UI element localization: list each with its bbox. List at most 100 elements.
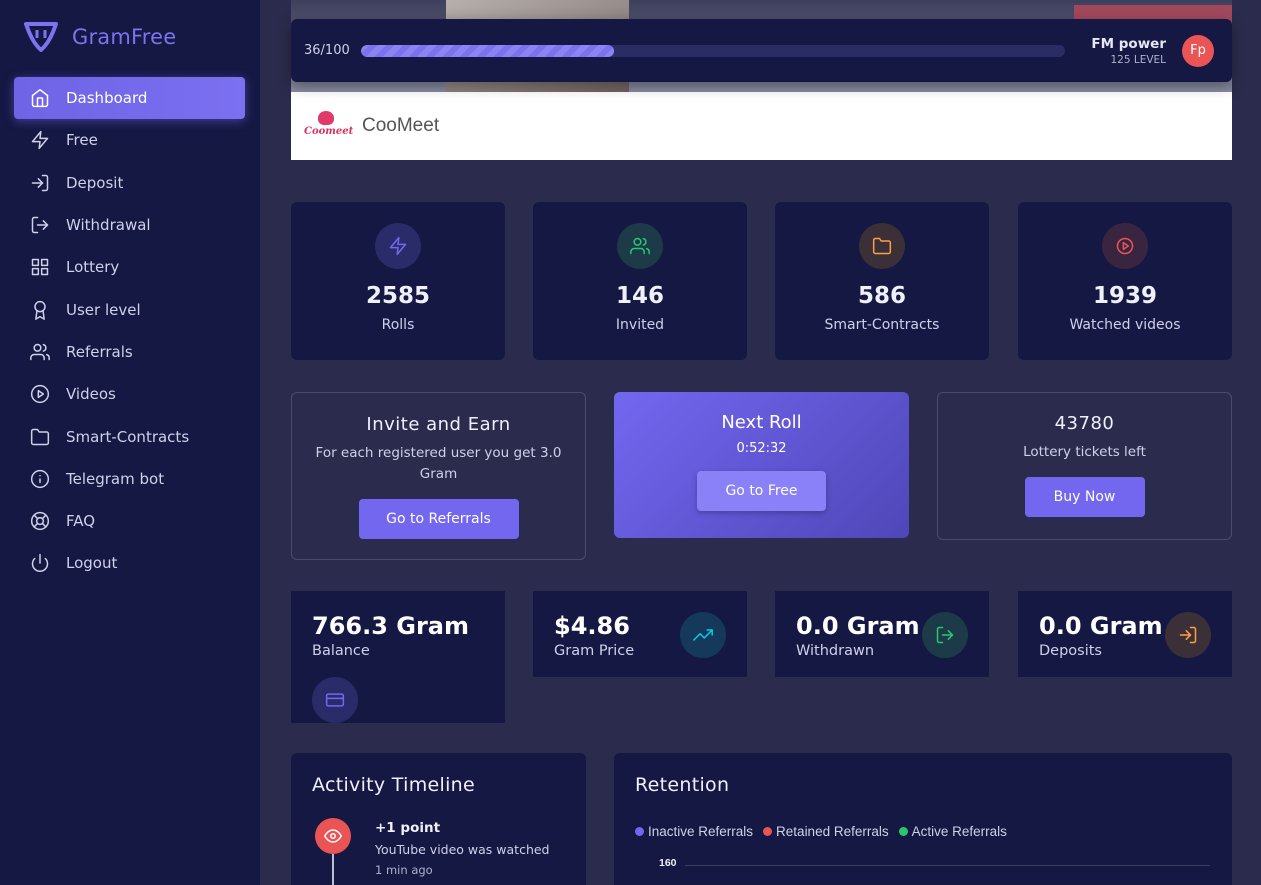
sidebar-item-telegram-bot[interactable]: Telegram bot bbox=[14, 458, 245, 500]
sidebar-item-label: FAQ bbox=[66, 512, 96, 531]
sidebar-item-free[interactable]: Free bbox=[14, 119, 245, 161]
sidebar-item-dashboard[interactable]: Dashboard bbox=[14, 77, 245, 120]
log-out-icon bbox=[30, 215, 50, 235]
stat-label: Smart-Contracts bbox=[824, 317, 940, 333]
sidebar-item-label: Videos bbox=[66, 385, 116, 404]
coomeet-logo: Coomeet bbox=[304, 111, 353, 141]
next-roll-card: Next Roll 0:52:32 Go to Free bbox=[614, 392, 909, 538]
progress-label: 36/100 bbox=[304, 43, 350, 58]
withdrawn-card: 0.0 Gram Withdrawn bbox=[775, 591, 989, 677]
ad-brand-name: CooMeet bbox=[362, 115, 440, 136]
legend-label: Retained Referrals bbox=[776, 824, 889, 839]
life-buoy-icon bbox=[30, 511, 50, 531]
sidebar-item-smart-contracts[interactable]: Smart-Contracts bbox=[14, 415, 245, 457]
sidebar-item-withdrawal[interactable]: Withdrawal bbox=[14, 204, 245, 246]
play-circle-icon bbox=[30, 384, 50, 404]
lottery-count: 43780 bbox=[1054, 413, 1115, 434]
legend-label: Active Referrals bbox=[911, 824, 1007, 839]
next-roll-timer: 0:52:32 bbox=[736, 441, 787, 456]
credit-card-icon bbox=[312, 677, 358, 723]
log-in-icon bbox=[1165, 612, 1211, 658]
stat-label: Watched videos bbox=[1069, 317, 1181, 333]
sidebar-item-label: Dashboard bbox=[66, 89, 148, 108]
brand-logo[interactable]: GramFree bbox=[24, 22, 176, 52]
legend-label: Inactive Referrals bbox=[648, 824, 754, 839]
stat-label: Rolls bbox=[381, 317, 415, 333]
power-icon bbox=[30, 553, 50, 573]
retention-panel: Retention Inactive Referrals Retained Re… bbox=[614, 753, 1232, 885]
legend-item-retained[interactable]: Retained Referrals bbox=[763, 824, 889, 839]
play-circle-icon bbox=[1102, 223, 1148, 269]
activity-title: Activity Timeline bbox=[312, 774, 475, 796]
top-navbar: 36/100 FM power 125 LEVEL Fp bbox=[291, 19, 1232, 82]
sidebar-item-label: Lottery bbox=[66, 258, 120, 277]
stat-value: 2585 bbox=[365, 283, 430, 309]
sidebar-item-label: Referrals bbox=[66, 342, 133, 361]
progress-bar-fill bbox=[361, 44, 615, 57]
gram-price-card: $4.86 Gram Price bbox=[533, 591, 747, 677]
invite-card: Invite and Earn For each registered user… bbox=[291, 392, 586, 560]
legend-item-active[interactable]: Active Referrals bbox=[898, 824, 1007, 839]
sidebar: GramFree Dashboard Free Deposit Withdraw… bbox=[0, 0, 260, 885]
go-to-referrals-button[interactable]: Go to Referrals bbox=[358, 499, 519, 539]
go-to-free-button[interactable]: Go to Free bbox=[697, 471, 826, 511]
sidebar-item-videos[interactable]: Videos bbox=[14, 373, 245, 415]
zap-icon bbox=[375, 223, 421, 269]
sidebar-item-referrals[interactable]: Referrals bbox=[14, 331, 245, 373]
avatar[interactable]: Fp bbox=[1182, 34, 1214, 67]
eye-icon bbox=[315, 818, 351, 854]
user-name: FM power bbox=[1091, 35, 1166, 52]
folder-icon bbox=[859, 223, 905, 269]
brand-name: GramFree bbox=[72, 25, 177, 49]
sidebar-item-faq[interactable]: FAQ bbox=[14, 500, 245, 542]
invite-description: For each registered user you get 3.0 Gra… bbox=[315, 445, 562, 482]
sidebar-item-label: Deposit bbox=[66, 173, 124, 192]
stat-card-videos: 1939 Watched videos bbox=[1018, 202, 1232, 360]
invite-title: Invite and Earn bbox=[366, 414, 511, 435]
zap-icon bbox=[30, 130, 50, 150]
sidebar-item-deposit[interactable]: Deposit bbox=[14, 162, 245, 204]
ad-banner-footer[interactable]: Coomeet CooMeet bbox=[291, 92, 1232, 160]
user-info[interactable]: FM power 125 LEVEL bbox=[1091, 36, 1166, 66]
activity-timeline-panel: Activity Timeline +1 point YouTube video… bbox=[291, 753, 586, 885]
stat-card-smart-contracts: 586 Smart-Contracts bbox=[775, 202, 989, 360]
sidebar-nav: Dashboard Free Deposit Withdrawal Lotter… bbox=[14, 77, 245, 585]
balance-amount: 766.3 Gram bbox=[312, 612, 470, 640]
log-out-icon bbox=[922, 612, 968, 658]
legend-item-inactive[interactable]: Inactive Referrals bbox=[635, 824, 753, 839]
sidebar-item-label: Free bbox=[66, 131, 98, 150]
chart-gridline bbox=[685, 865, 1210, 866]
users-icon bbox=[617, 223, 663, 269]
timeline-line bbox=[332, 854, 334, 885]
user-level: 125 LEVEL bbox=[1110, 53, 1166, 66]
next-roll-title: Next Roll bbox=[721, 412, 802, 433]
info-icon bbox=[30, 469, 50, 489]
chart-legend: Inactive Referrals Retained Referrals Ac… bbox=[635, 824, 1007, 839]
award-icon bbox=[30, 300, 50, 320]
timeline-item-title: +1 point bbox=[375, 820, 441, 836]
stat-value: 146 bbox=[615, 283, 664, 309]
users-icon bbox=[30, 342, 50, 362]
y-axis-tick: 160 bbox=[659, 857, 677, 869]
trending-up-icon bbox=[680, 612, 726, 658]
sidebar-item-label: Logout bbox=[66, 554, 118, 573]
sidebar-item-logout[interactable]: Logout bbox=[14, 542, 245, 584]
balance-label: Balance bbox=[312, 643, 370, 659]
home-icon bbox=[30, 88, 50, 108]
shield-logo-icon bbox=[24, 22, 58, 52]
stat-value: 1939 bbox=[1092, 283, 1157, 309]
sidebar-item-label: Smart-Contracts bbox=[66, 427, 190, 446]
sidebar-item-user-level[interactable]: User level bbox=[14, 288, 245, 330]
log-in-icon bbox=[30, 173, 50, 193]
stat-card-invited: 146 Invited bbox=[533, 202, 747, 360]
buy-now-button[interactable]: Buy Now bbox=[1024, 477, 1145, 517]
retention-title: Retention bbox=[635, 774, 730, 796]
bird-logo-icon bbox=[318, 111, 334, 125]
sidebar-item-label: Telegram bot bbox=[66, 469, 165, 488]
timeline-item-desc: YouTube video was watched bbox=[375, 842, 550, 857]
folder-icon bbox=[30, 427, 50, 447]
coomeet-logo-text: Coomeet bbox=[304, 126, 354, 137]
lottery-label: Lottery tickets left bbox=[1023, 444, 1146, 460]
sidebar-item-lottery[interactable]: Lottery bbox=[14, 246, 245, 288]
sidebar-item-label: User level bbox=[66, 300, 141, 319]
